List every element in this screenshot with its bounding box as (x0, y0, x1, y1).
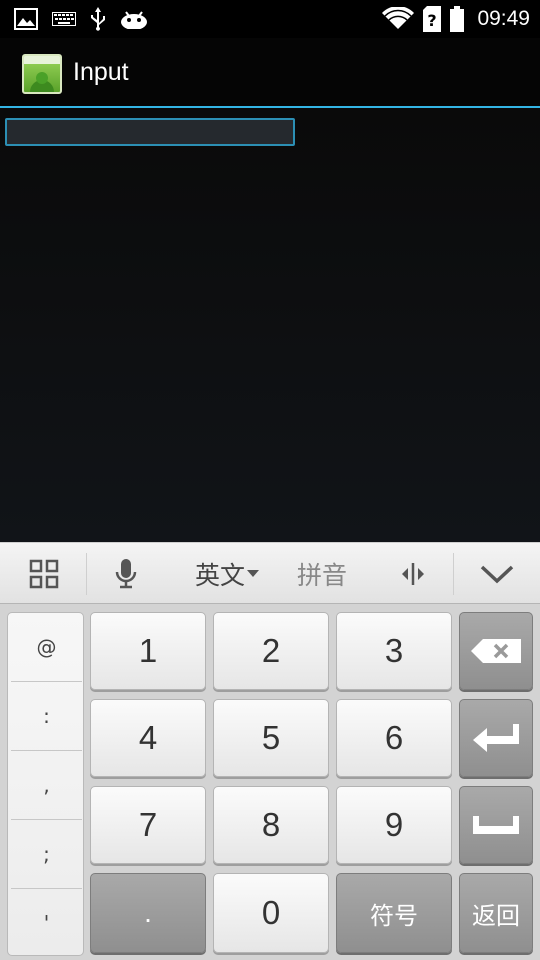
content-area (0, 108, 540, 542)
chevron-down-icon (480, 564, 514, 584)
wifi-icon (381, 7, 415, 31)
symbol-key-semicolon[interactable]: ; (8, 820, 85, 888)
key-label: 返回 (472, 902, 520, 930)
key-8[interactable]: 8 (213, 786, 329, 864)
toolbar-divider (453, 553, 454, 595)
cursor-move-button[interactable] (386, 543, 440, 605)
android-debug-icon (120, 9, 148, 29)
svg-text:?: ? (428, 11, 437, 30)
back-key[interactable]: 返回 (459, 873, 533, 953)
key-1[interactable]: 1 (90, 612, 206, 690)
page-title: Input (73, 58, 129, 86)
key-label: 4 (138, 719, 158, 756)
keyboard: @ : , ; ' 1 2 3 4 5 6 7 8 9 . 0 符号 返回 (0, 604, 540, 960)
voice-input-button[interactable] (96, 543, 156, 605)
key-label: 1 (138, 632, 158, 669)
grid-icon (29, 559, 59, 589)
sim-unknown-icon: ? (423, 6, 442, 32)
pinyin-label: 拼音 (296, 561, 347, 590)
symbol-key-comma[interactable]: , (8, 751, 85, 819)
key-label: 2 (261, 632, 281, 669)
status-right-icons: ? 09:49 (381, 0, 530, 38)
key-label: 7 (138, 806, 158, 843)
key-label: 3 (384, 632, 404, 669)
action-bar: Input (0, 38, 540, 108)
text-input[interactable] (5, 118, 295, 146)
symbol-key-colon[interactable]: : (8, 682, 85, 750)
key-label: 9 (384, 806, 404, 843)
symbol-column: @ : , ; ' (7, 612, 84, 956)
hide-keyboard-button[interactable] (464, 543, 530, 605)
key-4[interactable]: 4 (90, 699, 206, 777)
backspace-icon (471, 639, 521, 663)
grid-menu-button[interactable] (14, 543, 74, 605)
keyboard-icon (52, 12, 76, 26)
status-bar: ? 09:49 (0, 0, 540, 38)
symbols-key[interactable]: 符号 (336, 873, 452, 953)
clock: 09:49 (477, 7, 530, 30)
language-label: 英文 (194, 561, 245, 590)
key-2[interactable]: 2 (213, 612, 329, 690)
app-launcher-icon[interactable] (22, 54, 62, 94)
enter-key[interactable] (459, 699, 533, 777)
key-label: 符号 (370, 902, 418, 930)
symbol-key-apostrophe[interactable]: ' (8, 889, 85, 957)
key-9[interactable]: 9 (336, 786, 452, 864)
dot-key[interactable]: . (90, 873, 206, 953)
usb-icon (90, 7, 106, 31)
symbol-key-at[interactable]: @ (8, 613, 85, 681)
key-7[interactable]: 7 (90, 786, 206, 864)
space-icon (473, 816, 519, 834)
language-toggle-button[interactable]: 英文 (182, 543, 272, 605)
toolbar-divider (86, 553, 87, 595)
microphone-icon (115, 558, 137, 590)
space-key[interactable] (459, 786, 533, 864)
key-3[interactable]: 3 (336, 612, 452, 690)
key-label: 8 (261, 806, 281, 843)
cursor-arrows-icon (398, 561, 428, 587)
backspace-key[interactable] (459, 612, 533, 690)
key-0[interactable]: 0 (213, 873, 329, 953)
gallery-icon (14, 8, 38, 30)
key-label: 0 (261, 894, 281, 931)
caret-down-icon (247, 570, 259, 578)
battery-icon (449, 6, 465, 32)
key-label: 6 (384, 719, 404, 756)
pinyin-button[interactable]: 拼音 (282, 543, 362, 605)
key-label: . (144, 897, 152, 928)
key-5[interactable]: 5 (213, 699, 329, 777)
keyboard-toolbar: 英文 拼音 (0, 542, 540, 604)
enter-icon (473, 724, 519, 752)
key-label: 5 (261, 719, 281, 756)
key-6[interactable]: 6 (336, 699, 452, 777)
status-left-icons (14, 7, 148, 31)
